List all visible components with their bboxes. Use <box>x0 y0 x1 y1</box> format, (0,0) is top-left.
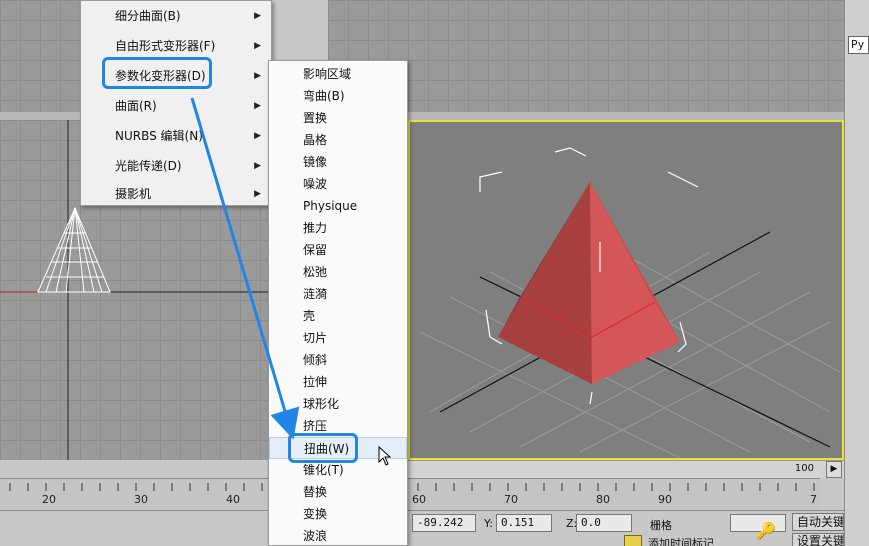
menu-item-label: NURBS 编辑(N) <box>115 129 203 143</box>
perspective-scene <box>419 147 841 458</box>
submenu-item[interactable]: 波浪 <box>269 525 407 546</box>
submenu-item[interactable]: 切片 <box>269 327 407 349</box>
y-coordinate-label: Y: <box>484 517 493 530</box>
submenu-item[interactable]: 松弛 <box>269 261 407 283</box>
viewport-top[interactable] <box>0 0 80 112</box>
ruler-tick-label: 7 <box>810 493 817 506</box>
menu-item-surface[interactable]: 曲面(R) ▶ <box>81 91 271 121</box>
status-bar: -89.242 Y: 0.151 Z: 0.0 栅格 🔑 自动关键点 设置关键点… <box>0 510 844 546</box>
command-panel <box>844 0 869 546</box>
ruler-tick-label: 80 <box>596 493 610 506</box>
submenu-item[interactable]: 保留 <box>269 239 407 261</box>
viewport-perspective[interactable] <box>408 120 844 460</box>
submenu-item[interactable]: 球形化 <box>269 393 407 415</box>
frame-count-label: 100 <box>794 463 814 474</box>
y-coordinate-field[interactable]: 0.151 <box>496 514 552 532</box>
submenu-arrow-icon: ▶ <box>254 161 261 171</box>
submenu-item[interactable]: 弯曲(B) <box>269 85 407 107</box>
ruler-tick-label: 60 <box>412 493 426 506</box>
pyramid <box>498 182 680 384</box>
highlight-box-parametric-deformers <box>102 57 212 89</box>
time-tag-icon[interactable] <box>624 535 642 546</box>
menu-item-label: 细分曲面(B) <box>115 9 181 23</box>
menu-item-cameras[interactable]: 摄影机 ▶ <box>81 179 271 209</box>
z-coordinate-field[interactable]: 0.0 <box>576 514 632 532</box>
submenu-item[interactable]: 推力 <box>269 217 407 239</box>
submenu-item[interactable]: 变换 <box>269 503 407 525</box>
menu-item-nurbs-editing[interactable]: NURBS 编辑(N) ▶ <box>81 121 271 151</box>
submenu-item[interactable]: 晶格 <box>269 129 407 151</box>
submenu-item[interactable]: 镜像 <box>269 151 407 173</box>
mouse-cursor-icon <box>378 446 392 466</box>
set-key-button[interactable]: 设置关键点 <box>792 533 844 546</box>
submenu-arrow-icon: ▶ <box>254 131 261 141</box>
submenu-item[interactable]: Physique <box>269 195 407 217</box>
submenu-arrow-icon: ▶ <box>254 189 261 199</box>
submenu-arrow-icon: ▶ <box>254 11 261 21</box>
submenu-item[interactable]: 壳 <box>269 305 407 327</box>
submenu-item[interactable]: 置换 <box>269 107 407 129</box>
ruler-tick-label: 40 <box>226 493 240 506</box>
submenu-arrow-icon: ▶ <box>254 71 261 81</box>
modifiers-menu: 细分曲面(B) ▶ 自由形式变形器(F) ▶ 参数化变形器(D) ▶ 曲面(R) ▶ N… <box>80 0 272 206</box>
grid-label: 栅格 <box>650 519 672 532</box>
menu-item-label: 曲面(R) <box>115 99 157 113</box>
submenu-arrow-icon: ▶ <box>254 101 261 111</box>
submenu-item[interactable]: 影响区域 <box>269 63 407 85</box>
auto-key-button[interactable]: 自动关键点 <box>792 513 844 531</box>
menu-item-radiosity[interactable]: 光能传递(D) ▶ <box>81 151 271 181</box>
ruler-tick-label: 20 <box>42 493 56 506</box>
time-slider[interactable]: 100 ▶ <box>408 460 844 478</box>
menu-item-label: 自由形式变形器(F) <box>115 39 216 53</box>
ruler-ticks <box>9 483 815 491</box>
slider-next-icon[interactable]: ▶ <box>826 461 842 478</box>
parametric-deformers-submenu: 影响区域 弯曲(B) 置换 晶格 镜像 噪波 Physique 推力 保留 松弛… <box>268 60 408 546</box>
menu-item-label: 摄影机 <box>115 187 152 201</box>
cone-wireframe <box>37 206 111 293</box>
submenu-item[interactable]: 倾斜 <box>269 349 407 371</box>
ruler-tick-label: 30 <box>134 493 148 506</box>
menu-item-subdivision-surfaces[interactable]: 细分曲面(B) ▶ <box>81 1 271 31</box>
submenu-item[interactable]: 替换 <box>269 481 407 503</box>
command-panel-field[interactable]: Py <box>848 36 869 54</box>
add-time-tag-label[interactable]: 添加时间标记 <box>648 535 714 546</box>
key-icon[interactable]: 🔑 <box>756 521 776 540</box>
submenu-item[interactable]: 拉伸 <box>269 371 407 393</box>
highlight-box-twist <box>288 433 358 463</box>
submenu-arrow-icon: ▶ <box>254 41 261 51</box>
track-bar-ruler[interactable]: 20 30 40 60 70 80 90 7 <box>0 478 820 510</box>
submenu-item[interactable]: 涟漪 <box>269 283 407 305</box>
x-coordinate-field[interactable]: -89.242 <box>412 514 476 532</box>
ruler-tick-label: 90 <box>658 493 672 506</box>
ruler-tick-label: 70 <box>504 493 518 506</box>
submenu-item[interactable]: 噪波 <box>269 173 407 195</box>
menu-item-label: 光能传递(D) <box>115 159 182 173</box>
